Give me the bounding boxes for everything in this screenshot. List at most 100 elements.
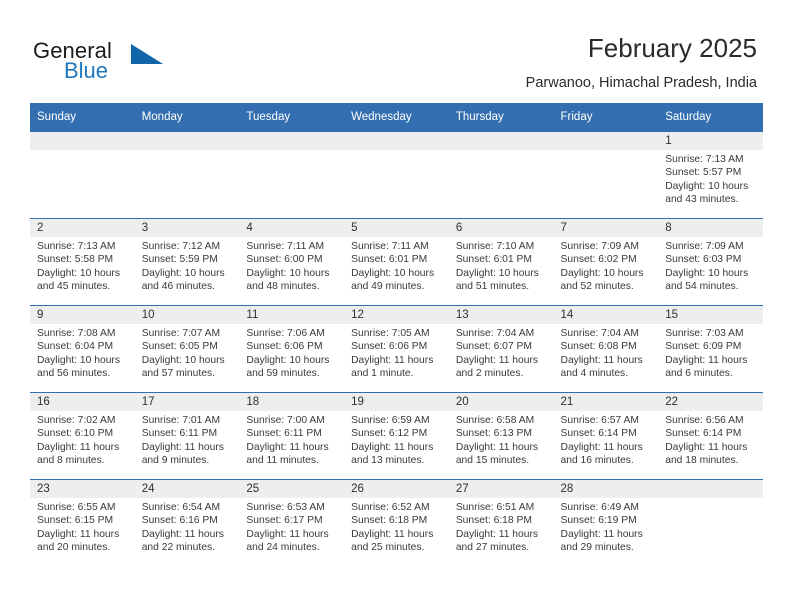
- sunrise-text: Sunrise: 7:02 AM: [37, 415, 116, 426]
- sunrise-text: Sunrise: 7:01 AM: [141, 415, 221, 426]
- calendar-day-cell[interactable]: 6 Sunrise: 7:10 AM Sunset: 6:01 PM Daylight…: [448, 218, 554, 306]
- daylight-text: Daylight: 10 hours and 49 minutes.: [351, 267, 435, 292]
- day-number: 18: [239, 393, 345, 411]
- day-number: 13: [448, 306, 554, 324]
- day-details: Sunrise: 7:04 AM Sunset: 6:07 PM Daylight:…: [449, 324, 554, 380]
- sunrise-text: Sunrise: 6:58 AM: [455, 415, 535, 426]
- day-details: Sunrise: 6:56 AM Sunset: 6:14 PM Daylight:…: [658, 411, 763, 467]
- calendar-day-cell[interactable]: 10 Sunrise: 7:07 AM Sunset: 6:05 PM Dayligh…: [134, 305, 240, 393]
- day-details: Sunrise: 7:13 AM Sunset: 5:58 PM Daylight:…: [30, 237, 135, 293]
- daylight-text: Daylight: 11 hours and 9 minutes.: [141, 441, 224, 466]
- calendar-day-cell[interactable]: 20 Sunrise: 6:58 AM Sunset: 6:13 PM Dayligh…: [448, 392, 554, 480]
- sunset-text: Sunset: 6:06 PM: [351, 341, 428, 353]
- day-details: Sunrise: 7:00 AM Sunset: 6:11 PM Daylight:…: [239, 411, 344, 467]
- weekday-header-tuesday: Tuesday: [239, 103, 345, 132]
- brand-triangle-icon: [131, 44, 163, 64]
- calendar-day-cell[interactable]: 15 Sunrise: 7:03 AM Sunset: 6:09 PM Dayligh…: [658, 305, 763, 393]
- calendar-day-cell[interactable]: 14 Sunrise: 7:04 AM Sunset: 6:08 PM Dayligh…: [553, 305, 659, 393]
- daylight-text: Daylight: 10 hours and 52 minutes.: [560, 267, 644, 292]
- calendar-week-row: 23 Sunrise: 6:55 AM Sunset: 6:15 PM Dayligh…: [30, 479, 763, 566]
- sunset-text: Sunset: 6:04 PM: [37, 341, 114, 353]
- weekday-header-friday: Friday: [553, 103, 659, 132]
- daylight-text: Daylight: 11 hours and 4 minutes.: [560, 354, 643, 379]
- calendar-day-cell[interactable]: 26 Sunrise: 6:52 AM Sunset: 6:18 PM Dayligh…: [344, 479, 449, 566]
- calendar-day-cell[interactable]: 28 Sunrise: 6:49 AM Sunset: 6:19 PM Dayligh…: [553, 479, 659, 566]
- sunrise-text: Sunrise: 6:55 AM: [37, 502, 116, 513]
- sunrise-text: Sunrise: 6:51 AM: [455, 502, 535, 513]
- day-number: [239, 132, 345, 150]
- sunrise-text: Sunrise: 6:53 AM: [246, 502, 325, 513]
- calendar-day-cell-empty: [658, 479, 763, 566]
- calendar-day-cell[interactable]: 24 Sunrise: 6:54 AM Sunset: 6:16 PM Dayligh…: [134, 479, 240, 566]
- calendar-day-cell[interactable]: 13 Sunrise: 7:04 AM Sunset: 6:07 PM Dayligh…: [448, 305, 554, 393]
- day-number: 28: [553, 480, 659, 498]
- weekday-header-row: Sunday Monday Tuesday Wednesday Thursday…: [30, 103, 763, 132]
- day-details: Sunrise: 7:13 AM Sunset: 5:57 PM Daylight:…: [658, 150, 763, 206]
- day-details: Sunrise: 6:57 AM Sunset: 6:14 PM Daylight:…: [554, 411, 659, 467]
- calendar-day-cell[interactable]: 5 Sunrise: 7:11 AM Sunset: 6:01 PM Daylight…: [344, 218, 449, 306]
- sunset-text: Sunset: 6:06 PM: [246, 341, 323, 353]
- calendar-day-cell[interactable]: 19 Sunrise: 6:59 AM Sunset: 6:12 PM Dayligh…: [344, 392, 449, 480]
- sunset-text: Sunset: 6:07 PM: [455, 341, 532, 353]
- calendar-day-cell-empty: [30, 131, 135, 219]
- calendar-day-cell[interactable]: 11 Sunrise: 7:06 AM Sunset: 6:06 PM Dayligh…: [239, 305, 345, 393]
- brand-logo[interactable]: General Blue: [33, 38, 243, 86]
- sunset-text: Sunset: 6:08 PM: [560, 341, 637, 353]
- daylight-text: Daylight: 10 hours and 56 minutes.: [37, 354, 120, 379]
- calendar-day-cell[interactable]: 22 Sunrise: 6:56 AM Sunset: 6:14 PM Dayligh…: [658, 392, 763, 480]
- calendar-day-cell[interactable]: 3 Sunrise: 7:12 AM Sunset: 5:59 PM Daylight…: [134, 218, 240, 306]
- sunrise-text: Sunrise: 7:11 AM: [351, 241, 429, 252]
- sunset-text: Sunset: 6:14 PM: [665, 428, 742, 440]
- daylight-text: Daylight: 10 hours and 45 minutes.: [37, 267, 120, 292]
- sunset-text: Sunset: 6:14 PM: [560, 428, 637, 440]
- sunrise-text: Sunrise: 6:52 AM: [351, 502, 430, 513]
- day-number: [344, 132, 449, 150]
- calendar-day-cell[interactable]: 17 Sunrise: 7:01 AM Sunset: 6:11 PM Dayligh…: [134, 392, 240, 480]
- day-details: Sunrise: 6:52 AM Sunset: 6:18 PM Daylight:…: [344, 498, 449, 554]
- day-number: 2: [30, 219, 135, 237]
- sunrise-text: Sunrise: 7:13 AM: [37, 241, 116, 252]
- title-block: February 2025 Parwanoo, Himachal Pradesh…: [526, 32, 757, 93]
- day-details: Sunrise: 6:58 AM Sunset: 6:13 PM Daylight:…: [449, 411, 554, 467]
- calendar-day-cell[interactable]: 9 Sunrise: 7:08 AM Sunset: 6:04 PM Daylight…: [30, 305, 135, 393]
- sunrise-text: Sunrise: 7:04 AM: [455, 328, 535, 339]
- calendar-day-cell[interactable]: 12 Sunrise: 7:05 AM Sunset: 6:06 PM Dayligh…: [344, 305, 449, 393]
- calendar-day-cell[interactable]: 1 Sunrise: 7:13 AM Sunset: 5:57 PM Daylight…: [658, 131, 763, 219]
- daylight-text: Daylight: 11 hours and 13 minutes.: [351, 441, 434, 466]
- calendar-day-cell[interactable]: 4 Sunrise: 7:11 AM Sunset: 6:00 PM Daylight…: [239, 218, 345, 306]
- sunrise-text: Sunrise: 6:54 AM: [141, 502, 221, 513]
- sunset-text: Sunset: 5:59 PM: [141, 254, 218, 266]
- day-number: 16: [30, 393, 135, 411]
- calendar-day-cell[interactable]: 25 Sunrise: 6:53 AM Sunset: 6:17 PM Dayligh…: [239, 479, 345, 566]
- day-number: 15: [658, 306, 763, 324]
- sunrise-text: Sunrise: 7:06 AM: [246, 328, 325, 339]
- sunrise-text: Sunrise: 7:04 AM: [560, 328, 639, 339]
- sunset-text: Sunset: 6:15 PM: [37, 515, 114, 527]
- daylight-text: Daylight: 10 hours and 51 minutes.: [455, 267, 539, 292]
- calendar-day-cell[interactable]: 21 Sunrise: 6:57 AM Sunset: 6:14 PM Dayligh…: [553, 392, 659, 480]
- calendar-day-cell[interactable]: 2 Sunrise: 7:13 AM Sunset: 5:58 PM Daylight…: [30, 218, 135, 306]
- sunset-text: Sunset: 6:11 PM: [246, 428, 322, 440]
- calendar-day-cell[interactable]: 7 Sunrise: 7:09 AM Sunset: 6:02 PM Daylight…: [553, 218, 659, 306]
- day-details: Sunrise: 6:54 AM Sunset: 6:16 PM Daylight:…: [135, 498, 240, 554]
- sunset-text: Sunset: 6:10 PM: [37, 428, 114, 440]
- daylight-text: Daylight: 11 hours and 15 minutes.: [455, 441, 539, 466]
- calendar-day-cell-empty: [134, 131, 240, 219]
- page-subtitle: Parwanoo, Himachal Pradesh, India: [525, 75, 757, 91]
- calendar-day-cell[interactable]: 18 Sunrise: 7:00 AM Sunset: 6:11 PM Dayligh…: [239, 392, 345, 480]
- calendar-day-cell[interactable]: 8 Sunrise: 7:09 AM Sunset: 6:03 PM Daylight…: [658, 218, 763, 306]
- calendar-day-cell-empty: [344, 131, 449, 219]
- day-number: 20: [448, 393, 554, 411]
- day-number: [448, 132, 554, 150]
- calendar-day-cell[interactable]: 27 Sunrise: 6:51 AM Sunset: 6:18 PM Dayligh…: [448, 479, 554, 566]
- day-details: Sunrise: 7:09 AM Sunset: 6:02 PM Daylight:…: [554, 237, 659, 293]
- day-number: 6: [448, 219, 554, 237]
- day-number: 23: [30, 480, 135, 498]
- calendar-day-cell[interactable]: 16 Sunrise: 7:02 AM Sunset: 6:10 PM Dayligh…: [30, 392, 135, 480]
- daylight-text: Daylight: 11 hours and 18 minutes.: [665, 441, 748, 466]
- daylight-text: Daylight: 10 hours and 54 minutes.: [665, 267, 749, 292]
- sunset-text: Sunset: 5:58 PM: [37, 254, 114, 266]
- daylight-text: Daylight: 11 hours and 1 minute.: [351, 354, 434, 379]
- daylight-text: Daylight: 11 hours and 6 minutes.: [665, 354, 748, 379]
- calendar-day-cell[interactable]: 23 Sunrise: 6:55 AM Sunset: 6:15 PM Dayligh…: [30, 479, 135, 566]
